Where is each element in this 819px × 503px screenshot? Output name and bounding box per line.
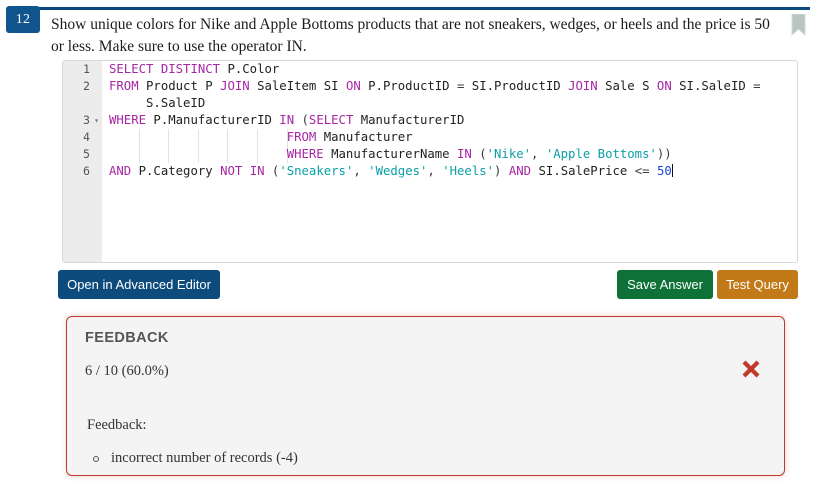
line-number: 5 [83,147,90,161]
code-line[interactable]: 4 FROM Manufacturer [83,129,797,146]
feedback-panel: FEEDBACK 6 / 10 (60.0%) Feedback: incorr… [66,316,785,476]
code-line[interactable]: 2 FROM Product P JOIN SaleItem SI ON P.Pr… [83,78,797,95]
feedback-score: 6 / 10 (60.0%) [85,363,169,379]
line-number: 3 [83,113,90,127]
card-top-rule [18,7,810,10]
sql-code-editor[interactable]: 1 SELECT DISTINCT P.Color 2 FROM Product P … [62,60,798,263]
save-answer-button[interactable]: Save Answer [617,270,713,299]
code-line[interactable]: 6 AND P.Category NOT IN ('Sneakers', 'Wed… [63,163,797,180]
code-text: SELECT DISTINCT P.Color [109,62,280,76]
line-number: 6 [83,164,90,178]
line-number: 4 [83,130,90,144]
code-line[interactable]: 5 WHERE ManufacturerName IN ('Nike', 'Ap… [83,146,797,163]
code-text: AND P.Category NOT IN ('Sneakers', 'Wedg… [109,164,673,178]
code-text: FROM Product P JOIN SaleItem SI ON P.Pro… [109,79,761,93]
open-advanced-editor-button[interactable]: Open in Advanced Editor [58,270,220,299]
feedback-item-list: incorrect number of records (-4) [87,449,768,467]
feedback-title: FEEDBACK [85,330,169,346]
bookmark-icon[interactable] [791,14,806,36]
feedback-label: Feedback: [87,417,147,433]
line-number: 2 [83,79,90,93]
code-text: FROM Manufacturer [286,130,413,144]
code-fold-arrow-icon[interactable]: ▾ [92,112,101,129]
code-line[interactable]: S.SaleID [102,95,797,112]
test-query-button[interactable]: Test Query [717,270,798,299]
question-prompt: Show unique colors for Nike and Apple Bo… [51,16,770,55]
editor-code-rows[interactable]: 1 SELECT DISTINCT P.Color 2 FROM Product P … [63,61,797,180]
code-text: S.SaleID [109,96,206,110]
text-cursor [671,164,673,177]
code-text: WHERE ManufacturerName IN ('Nike', 'Appl… [286,147,672,161]
editor-code-area[interactable]: 1 SELECT DISTINCT P.Color 2 FROM Product P … [63,61,797,262]
code-line[interactable]: 3 ▾ WHERE P.ManufacturerID IN (SELECT Manu… [83,112,797,129]
code-line[interactable]: 1 SELECT DISTINCT P.Color [83,61,797,78]
feedback-item: incorrect number of records (-4) [87,449,768,467]
x-mark-icon [742,360,760,378]
code-text: WHERE P.ManufacturerID IN (SELECT Manufa… [109,113,465,127]
question-number-badge: 12 [6,6,40,33]
line-number: 1 [83,62,90,76]
